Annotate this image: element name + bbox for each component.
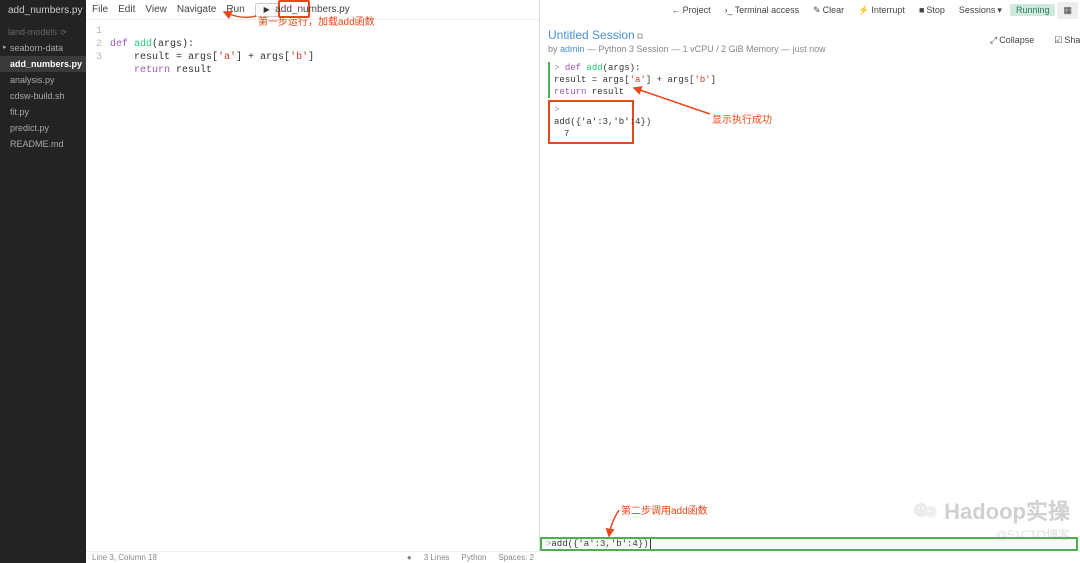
sidebar-item-add-numbers[interactable]: add_numbers.py [0,56,86,72]
status-bar: Line 3, Column 18 ● 3 Lines Python Space… [86,551,540,563]
open-file-name: add_numbers.py [0,0,86,21]
code-content: def add(args): result = args['a'] + args… [110,25,539,77]
code-editor[interactable]: 123 def add(args): result = args['a'] + … [86,20,539,77]
session-toolbar: ←Project ›_Terminal access ✎Clear ⚡Inter… [666,0,1080,20]
project-button[interactable]: ←Project [666,3,717,17]
result-value: 7 [554,128,628,140]
line-gutter: 123 [86,25,106,64]
executed-code-block: def add(args): result = args['a'] + args… [548,62,1072,98]
share-button[interactable]: ☑Share [1048,33,1080,48]
terminal-icon: ›_ [725,5,733,15]
arrow-1-icon [222,8,258,22]
editor-pane: File Edit View Navigate Run ▶ add_number… [86,0,540,551]
back-arrow-icon: ← [672,5,681,15]
sidebar-item-analysis[interactable]: analysis.py [0,72,86,88]
annotation-step1: 第一步运行，加载add函数 [258,13,375,28]
menu-view[interactable]: View [145,4,167,15]
status-dot: ● [407,553,412,562]
grid-icon: ▦ [1063,5,1072,16]
session-pane: ←Project ›_Terminal access ✎Clear ⚡Inter… [540,0,1080,563]
result-call: add({'a':3,'b':4}) [554,104,628,128]
stop-icon: ■ [919,5,924,15]
refresh-icon[interactable]: ⟳ [60,28,67,37]
grid-button[interactable]: ▦ [1057,2,1078,19]
status-lines: 3 Lines [424,553,450,562]
menu-file[interactable]: File [92,4,108,15]
session-body: def add(args): result = args['a'] + args… [540,58,1080,148]
status-badge: Running [1010,4,1056,16]
session-actions: ⤢Collapse ☑Share [984,30,1080,50]
arrow-2-icon [630,84,712,118]
result-highlight-box: add({'a':3,'b':4}) 7 [548,100,634,144]
menu-navigate[interactable]: Navigate [177,4,216,15]
menu-edit[interactable]: Edit [118,4,135,15]
sidebar-item-cdsw-build[interactable]: cdsw-build.sh [0,88,86,104]
sidebar-item-predict[interactable]: predict.py [0,120,86,136]
session-input[interactable]: add({'a':3,'b':4}) [540,537,1078,551]
status-lang: Python [462,553,487,562]
status-spaces: Spaces: 2 [498,553,534,562]
file-sidebar: add_numbers.py land-models⟳ seaborn-data… [0,0,86,563]
sidebar-section-label: land-models⟳ [0,21,86,40]
stop-button[interactable]: ■Stop [913,3,951,17]
share-icon: ☑ [1054,35,1062,46]
cursor-position: Line 3, Column 18 [92,553,157,562]
external-link-icon[interactable]: ⧉ [637,31,643,41]
sidebar-folder[interactable]: seaborn-data [0,40,86,56]
sessions-dropdown[interactable]: Sessions▾ [953,3,1008,18]
annotation-step2: 第二步调用add函数 [621,502,708,517]
interrupt-button[interactable]: ⚡Interrupt [852,3,911,18]
collapse-button[interactable]: ⤢Collapse [984,33,1040,48]
bolt-icon: ⚡ [858,5,869,16]
collapse-icon: ⤢ [990,35,997,46]
terminal-button[interactable]: ›_Terminal access [719,3,806,17]
annotation-success: 显示执行成功 [712,111,772,126]
session-user-link[interactable]: admin [560,44,585,54]
sidebar-item-readme[interactable]: README.md [0,136,86,152]
caret-down-icon: ▾ [997,5,1002,16]
eraser-icon: ✎ [813,5,821,16]
sidebar-item-fit[interactable]: fit.py [0,104,86,120]
arrow-3-icon [605,508,625,538]
clear-button[interactable]: ✎Clear [807,3,850,18]
